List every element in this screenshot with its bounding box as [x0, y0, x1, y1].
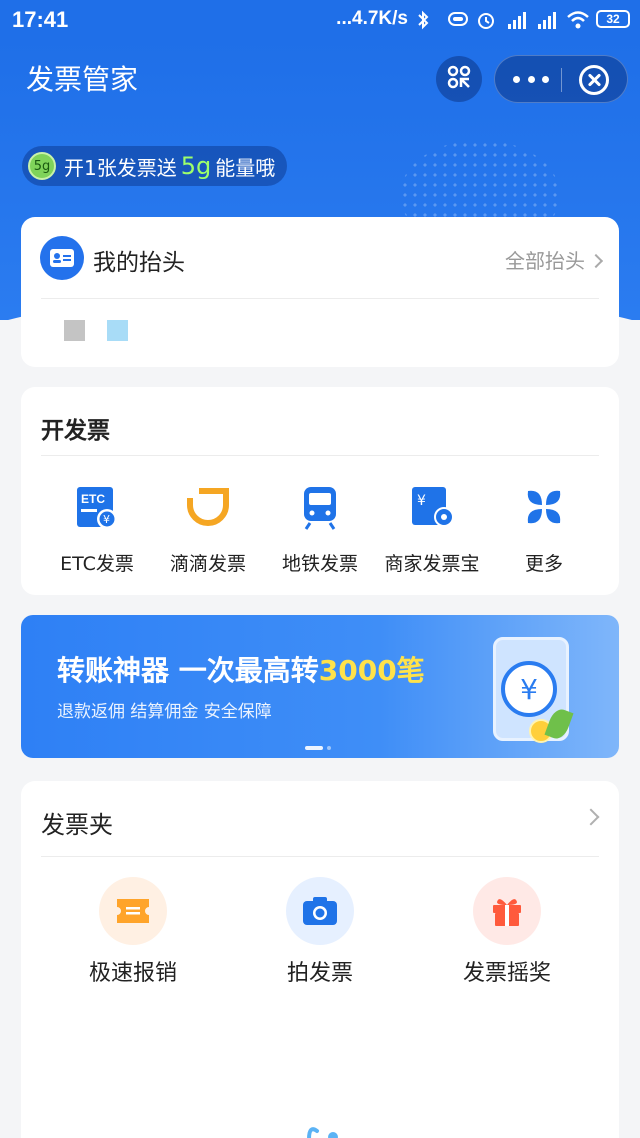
my-title-label: 我的抬头: [93, 250, 185, 276]
svg-text:¥: ¥: [417, 493, 426, 509]
divider: [41, 298, 599, 299]
title-placeholder-blue: [107, 320, 128, 341]
scan-icon: [446, 64, 472, 94]
energy-text-before: 开1张发票送: [64, 155, 177, 180]
banner-headline-text: 转账神器 一次最高转: [57, 654, 319, 687]
divider: [41, 455, 599, 456]
merchant-invoice-icon: ¥: [408, 483, 456, 531]
invoice-folder-heading[interactable]: 发票夹: [41, 805, 113, 840]
battery-icon: 32: [596, 10, 630, 28]
signal-hd-icon: [506, 10, 528, 29]
status-icons: ...4.7K/s 32: [336, 8, 630, 30]
alarm-icon: [476, 10, 498, 29]
banner-headline: 转账神器 一次最高转3000笔: [57, 649, 425, 689]
banner-headline-highlight: 3000笔: [318, 654, 425, 687]
page-title: 发票管家: [26, 63, 139, 96]
more-dots-icon[interactable]: [513, 68, 549, 90]
service-didi[interactable]: 滴滴发票: [148, 483, 268, 576]
chevron-right-icon[interactable]: [582, 808, 600, 826]
carousel-indicator: [305, 746, 331, 750]
all-titles-link[interactable]: 全部抬头: [505, 245, 604, 274]
loading-deco-icon: [303, 1121, 343, 1138]
banner-subtitle: 退款返佣 结算佣金 安全保障: [57, 702, 272, 722]
promo-banner[interactable]: 转账神器 一次最高转3000笔 退款返佣 结算佣金 安全保障 ¥: [21, 615, 619, 758]
folder-item-label: 拍发票: [286, 961, 353, 986]
quick-reimburse-button[interactable]: 极速报销: [63, 877, 203, 987]
service-more[interactable]: 更多: [484, 483, 604, 576]
svg-text:¥: ¥: [103, 513, 110, 526]
id-card-icon: [40, 236, 84, 280]
photo-invoice-button[interactable]: 拍发票: [250, 877, 390, 987]
energy-promo[interactable]: 5g 开1张发票送 5g 能量哦: [22, 146, 287, 186]
service-label: ETC发票: [60, 553, 134, 575]
energy-text-after: 能量哦: [215, 155, 276, 180]
service-merchant[interactable]: ¥ 商家发票宝: [372, 483, 492, 576]
signal-hd-icon-2: [536, 10, 558, 29]
energy-amount: 5g: [180, 152, 212, 180]
etc-icon: ETC ¥: [73, 483, 121, 531]
capsule-divider: [561, 68, 562, 92]
energy-badge-icon: 5g: [28, 152, 56, 180]
status-time: 17:41: [12, 7, 69, 32]
didi-icon: [184, 483, 232, 531]
ticket-icon: [99, 877, 167, 945]
vibrate-icon: [446, 10, 468, 28]
bluetooth-icon: [416, 10, 438, 30]
yuan-coin-icon: ¥: [501, 661, 557, 717]
svg-text:ETC: ETC: [81, 492, 105, 506]
camera-icon: [286, 877, 354, 945]
scan-button[interactable]: [436, 56, 482, 102]
service-label: 更多: [524, 553, 563, 575]
gift-icon: [473, 877, 541, 945]
miniapp-capsule: [494, 55, 628, 103]
folder-item-label: 极速报销: [88, 961, 177, 986]
issue-invoice-card: 开发票 ETC ¥ ETC发票 滴滴发票 地铁发票 ¥ 商家发票宝 更多: [21, 387, 619, 595]
metro-icon: [296, 483, 344, 531]
network-speed: ...4.7K/s: [336, 8, 408, 29]
chevron-right-icon: [588, 253, 604, 269]
divider: [41, 856, 599, 857]
invoice-lottery-button[interactable]: 发票摇奖: [437, 877, 577, 987]
issue-invoice-heading: 开发票: [41, 418, 110, 444]
service-etc[interactable]: ETC ¥ ETC发票: [37, 483, 157, 576]
status-bar: 17:41 ...4.7K/s 32: [0, 0, 640, 40]
invoice-folder-card: 发票夹 极速报销 拍发票 发票摇奖: [21, 781, 619, 1138]
more-grid-icon: [520, 483, 568, 531]
close-circle-icon[interactable]: [579, 65, 609, 95]
service-label: 地铁发票: [281, 553, 358, 575]
folder-item-label: 发票摇奖: [462, 961, 551, 986]
wifi-icon: [566, 10, 589, 29]
title-placeholder-gray: [64, 320, 85, 341]
service-metro[interactable]: 地铁发票: [260, 483, 380, 576]
service-label: 滴滴发票: [169, 553, 246, 575]
my-title-card[interactable]: 我的抬头 全部抬头: [21, 217, 619, 367]
all-titles-label: 全部抬头: [505, 249, 585, 273]
service-label: 商家发票宝: [384, 553, 480, 575]
